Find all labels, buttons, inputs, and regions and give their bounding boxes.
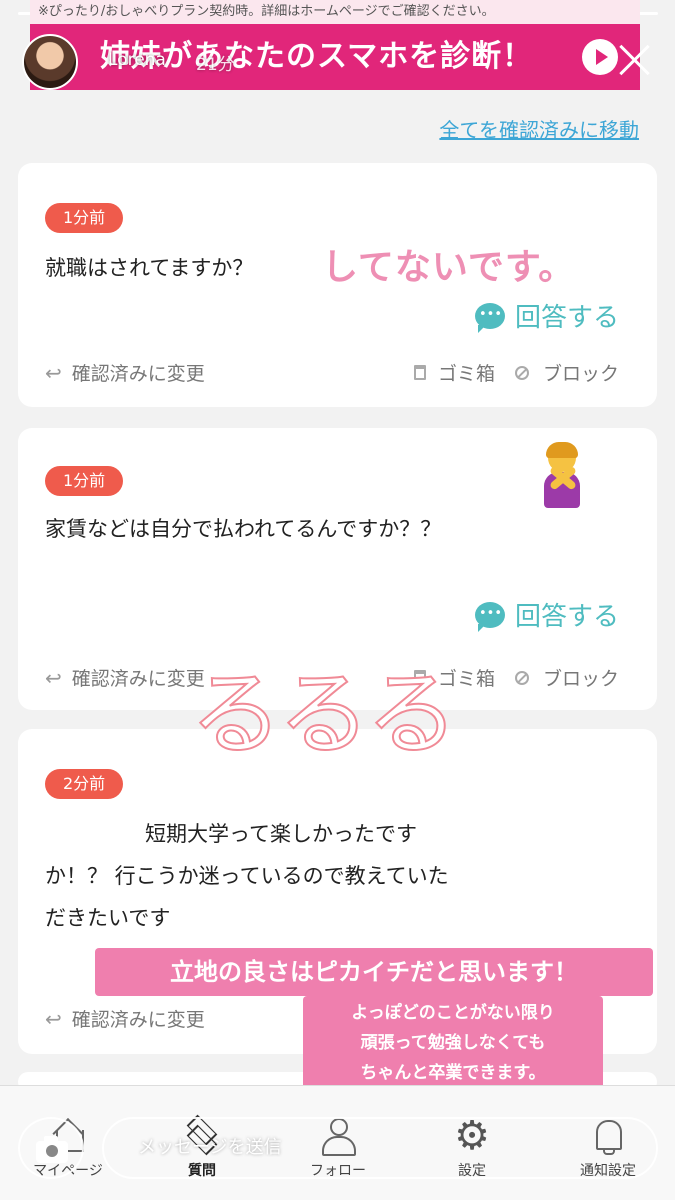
answer-button[interactable]: 回答する (474, 596, 619, 633)
mark-read-button[interactable]: ↩ 確認済みに変更 (45, 359, 205, 386)
send-message-input[interactable]: メッセージを送信 (102, 1117, 658, 1179)
story-username[interactable]: Lorena (108, 50, 166, 70)
speech-bubble-icon (474, 302, 505, 333)
overlay-reply-1: してないです。 (322, 247, 576, 288)
overlay-sub-line: ちゃんと卒業できます。 (360, 1063, 546, 1083)
mark-read-button[interactable]: ↩ 確認済みに変更 (45, 1005, 205, 1032)
time-badge: 1分前 (45, 203, 124, 233)
answer-label: 回答する (514, 602, 619, 632)
mark-read-button[interactable]: ↩ 確認済みに変更 (45, 664, 205, 691)
speech-bubble-icon (474, 601, 505, 632)
camera-icon[interactable] (18, 1117, 84, 1179)
time-badge: 2分前 (45, 769, 124, 799)
card-right-actions: ゴミ箱 ブロック (413, 359, 619, 386)
overlay-reply-3-sub: よっぽどのことがない限り 頑張って勉強しなくても ちゃんと卒業できます。 (303, 996, 603, 1090)
overlay-ruru: るるる (189, 660, 459, 769)
block-icon[interactable] (514, 670, 529, 685)
trash-label[interactable]: ゴミ箱 (438, 359, 495, 386)
question-text: 短期大学って楽しかったですか！？ 行こうか迷っているので教えていただきたいです (45, 822, 449, 930)
mark-read-label: 確認済みに変更 (71, 668, 205, 690)
banner-notice: ※ぴったり/おしゃべりプラン契約時。詳細はホームページでご確認ください。 (30, 0, 640, 24)
overlay-reply-3-main: 立地の良さはピカイチだと思います！ (95, 948, 653, 996)
mark-all-read-link[interactable]: 全てを確認済みに移動 (439, 114, 639, 143)
time-badge: 1分前 (45, 466, 124, 496)
answer-button[interactable]: 回答する (474, 297, 619, 334)
close-icon[interactable] (615, 40, 655, 80)
ad-banner[interactable]: ※ぴったり/おしゃべりプラン契約時。詳細はホームページでご確認ください。 姉妹が… (30, 0, 640, 92)
trash-icon[interactable] (413, 365, 426, 380)
block-icon[interactable] (514, 365, 529, 380)
reply-icon: ↩ (45, 665, 62, 690)
avatar[interactable] (22, 34, 78, 90)
block-label[interactable]: ブロック (543, 359, 619, 386)
crossed-arms-emoji-icon (542, 442, 582, 510)
question-text: 家賃などは自分で払われてるんですか？？ (45, 517, 442, 541)
reply-icon: ↩ (45, 1006, 62, 1031)
story-timestamp: 21分 (196, 55, 235, 75)
answer-label: 回答する (514, 303, 619, 333)
mark-read-label: 確認済みに変更 (71, 363, 205, 385)
reply-icon: ↩ (45, 360, 62, 385)
mark-read-label: 確認済みに変更 (71, 1009, 205, 1031)
block-label[interactable]: ブロック (543, 664, 619, 691)
overlay-sub-line: よっぽどのことがない限り (351, 1003, 555, 1023)
overlay-sub-line: 頑張って勉強しなくても (360, 1033, 546, 1053)
play-icon[interactable] (582, 39, 618, 75)
